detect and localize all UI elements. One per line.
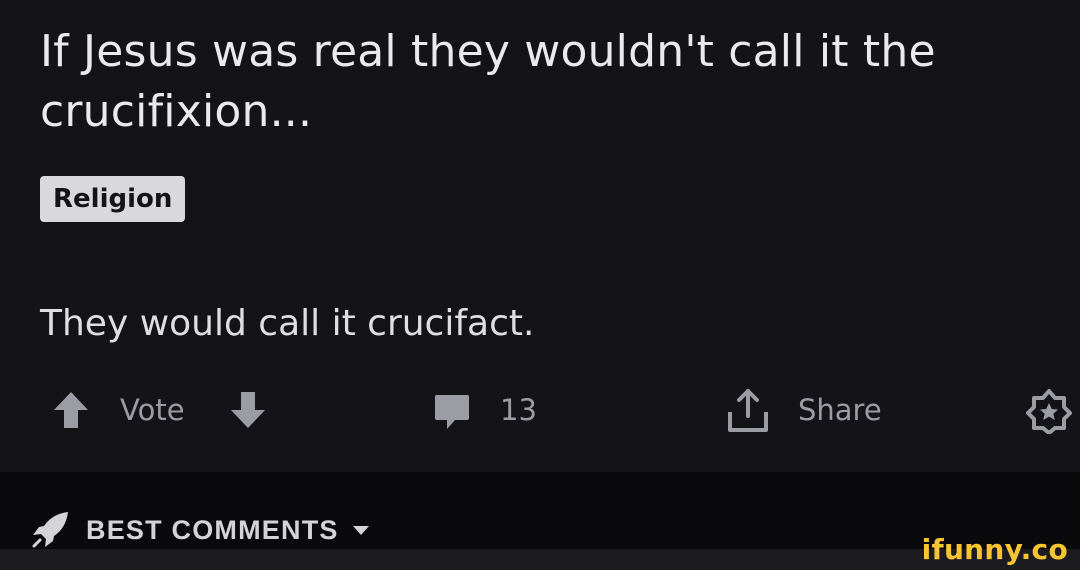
post-body: They would call it crucifact. (40, 303, 535, 344)
post-title[interactable]: If Jesus was real they wouldn't call it … (40, 22, 1050, 142)
best-comments-sort[interactable]: BEST COMMENTS (30, 510, 371, 550)
award-icon[interactable] (1026, 388, 1072, 434)
arrow-down-icon[interactable] (229, 390, 267, 430)
arrow-up-icon[interactable] (52, 390, 90, 430)
share-label[interactable]: Share (798, 392, 882, 428)
watermark-logo: ifunny.co (921, 533, 1068, 566)
vote-label: Vote (120, 393, 185, 427)
flair-badge[interactable]: Religion (40, 176, 186, 222)
chevron-down-icon[interactable] (351, 523, 371, 537)
comment-bubble-icon[interactable] (433, 392, 471, 432)
rocket-icon (32, 512, 68, 548)
post-card: If Jesus was real they wouldn't call it … (0, 0, 1080, 472)
best-comments-label: BEST COMMENTS (86, 514, 339, 545)
share-icon[interactable] (726, 388, 770, 434)
footer-bar (0, 549, 1080, 570)
comments-count[interactable]: 13 (500, 392, 537, 428)
action-bar: Vote 13 Share (0, 380, 1080, 440)
